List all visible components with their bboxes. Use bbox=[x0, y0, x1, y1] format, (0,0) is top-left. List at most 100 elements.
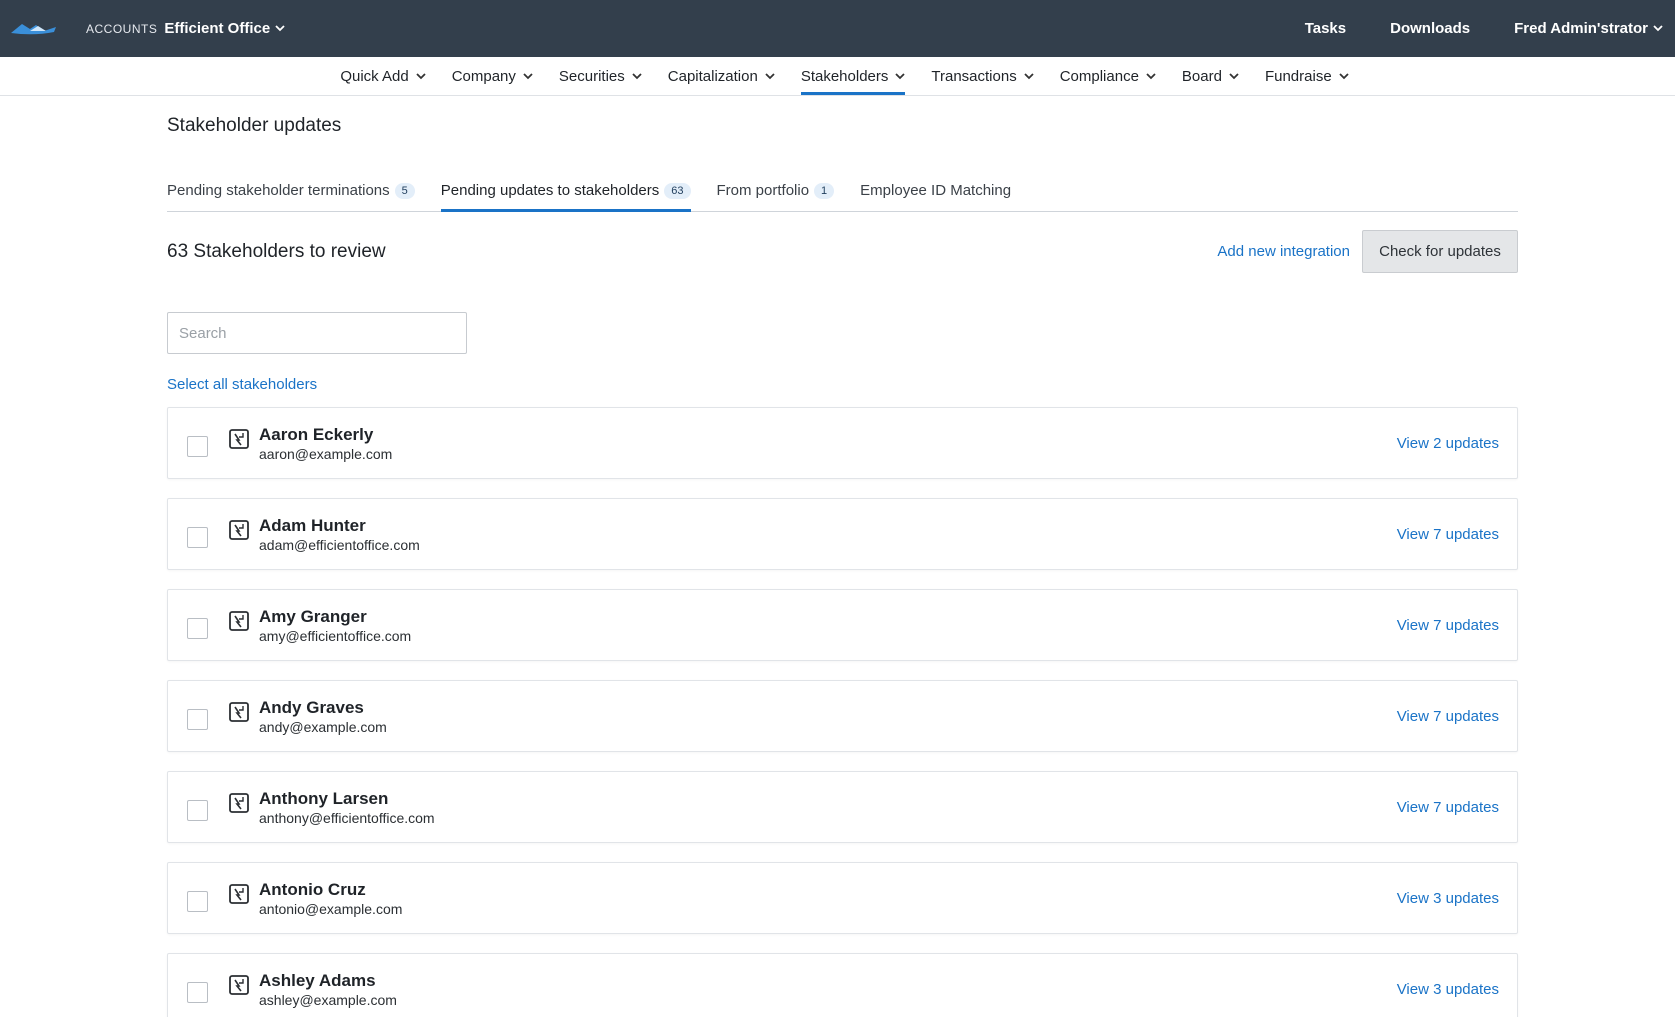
nav-item-label: Fundraise bbox=[1264, 67, 1332, 85]
stakeholder-email: ashley@example.com bbox=[259, 991, 397, 1008]
document-sync-icon bbox=[229, 793, 249, 813]
nav-item-compliance[interactable]: Compliance bbox=[1060, 57, 1156, 95]
stakeholder-checkbox[interactable] bbox=[187, 435, 208, 457]
nav-item-label: Quick Add bbox=[340, 67, 409, 85]
stakeholder-row: Ashley Adams ashley@example.com View 3 upd… bbox=[167, 953, 1518, 1017]
company-switcher[interactable]: Efficient Office bbox=[164, 20, 285, 37]
user-menu[interactable]: Fred Admin'strator bbox=[1514, 20, 1663, 37]
chevron-down-icon bbox=[1653, 25, 1663, 32]
document-sync-icon bbox=[229, 975, 249, 995]
stakeholder-name: Andy Graves bbox=[259, 697, 364, 717]
stakeholder-checkbox[interactable] bbox=[187, 708, 208, 730]
stakeholder-row: Adam Hunter adam@efficientoffice.com View … bbox=[167, 498, 1518, 570]
nav-item-label: Capitalization bbox=[667, 67, 758, 85]
stakeholder-row: Andy Graves andy@example.com View 7 update… bbox=[167, 680, 1518, 752]
nav-item-label: Stakeholders bbox=[800, 67, 889, 85]
nav-item-capitalization[interactable]: Capitalization bbox=[668, 57, 775, 95]
select-all-link[interactable]: Select all stakeholders bbox=[167, 376, 1518, 396]
stakeholder-checkbox[interactable] bbox=[187, 526, 208, 548]
accounts-label: ACCOUNTS bbox=[86, 21, 158, 36]
stakeholder-checkbox[interactable] bbox=[187, 799, 208, 821]
view-updates-link[interactable]: View 7 updates bbox=[1397, 526, 1499, 543]
count-badge: 5 bbox=[394, 182, 415, 199]
tab-label: Pending updates to stakeholders bbox=[440, 182, 660, 199]
stakeholder-name: Anthony Larsen bbox=[259, 788, 389, 808]
tab-label: From portfolio bbox=[716, 182, 810, 199]
document-sync-icon bbox=[229, 702, 249, 722]
stakeholder-email: amy@efficientoffice.com bbox=[259, 627, 412, 644]
main-nav: Quick Add Company Securities Capitalization… bbox=[0, 57, 1675, 96]
view-updates-link[interactable]: View 7 updates bbox=[1397, 799, 1499, 816]
company-name: Efficient Office bbox=[164, 20, 271, 37]
document-sync-icon bbox=[229, 611, 249, 631]
nav-item-label: Transactions bbox=[931, 67, 1017, 85]
view-updates-link[interactable]: View 7 updates bbox=[1397, 617, 1499, 634]
document-sync-icon bbox=[229, 520, 249, 540]
search-input[interactable] bbox=[167, 312, 467, 354]
downloads-link[interactable]: Downloads bbox=[1390, 20, 1470, 37]
chevron-down-icon bbox=[1339, 72, 1349, 79]
stakeholder-email: adam@efficientoffice.com bbox=[259, 536, 420, 553]
count-badge: 63 bbox=[664, 182, 691, 199]
stakeholder-name: Ashley Adams bbox=[259, 970, 376, 990]
stakeholder-name: Adam Hunter bbox=[259, 515, 366, 535]
chevron-down-icon bbox=[416, 72, 426, 79]
tab-label: Pending stakeholder terminations bbox=[167, 182, 390, 199]
tab-from-portfolio[interactable]: From portfolio 1 bbox=[717, 173, 835, 211]
view-updates-link[interactable]: View 3 updates bbox=[1397, 981, 1499, 998]
chevron-down-icon bbox=[1146, 72, 1156, 79]
stakeholder-name: Aaron Eckerly bbox=[259, 424, 374, 444]
nav-item-quick-add[interactable]: Quick Add bbox=[340, 57, 426, 95]
tasks-link[interactable]: Tasks bbox=[1305, 20, 1346, 37]
stakeholder-list: Aaron Eckerly aaron@example.com View 2 upd… bbox=[167, 407, 1518, 1017]
document-sync-icon bbox=[229, 429, 249, 449]
chevron-down-icon bbox=[632, 72, 642, 79]
nav-item-board[interactable]: Board bbox=[1182, 57, 1239, 95]
stakeholder-checkbox[interactable] bbox=[187, 890, 208, 912]
check-for-updates-button[interactable]: Check for updates bbox=[1362, 230, 1518, 273]
stakeholder-email: antonio@example.com bbox=[259, 900, 403, 917]
stakeholder-row: Antonio Cruz antonio@example.com View 3 up… bbox=[167, 862, 1518, 934]
stakeholder-checkbox[interactable] bbox=[187, 981, 208, 1003]
nav-item-label: Compliance bbox=[1059, 67, 1139, 85]
nav-item-company[interactable]: Company bbox=[452, 57, 533, 95]
nav-item-label: Company bbox=[451, 67, 516, 85]
nav-item-securities[interactable]: Securities bbox=[559, 57, 642, 95]
stakeholder-row: Amy Granger amy@efficientoffice.com View 7… bbox=[167, 589, 1518, 661]
stakeholder-row: Aaron Eckerly aaron@example.com View 2 upd… bbox=[167, 407, 1518, 479]
stakeholder-name: Amy Granger bbox=[259, 606, 367, 626]
add-integration-link[interactable]: Add new integration bbox=[1217, 243, 1350, 260]
nav-item-fundraise[interactable]: Fundraise bbox=[1265, 57, 1349, 95]
tab-pending-stakeholder-terminations[interactable]: Pending stakeholder terminations 5 bbox=[167, 173, 415, 211]
chevron-down-icon bbox=[1024, 72, 1034, 79]
user-name: Fred Admin'strator bbox=[1514, 20, 1648, 37]
tab-employee-id-matching[interactable]: Employee ID Matching bbox=[860, 173, 1011, 211]
chevron-down-icon bbox=[765, 72, 775, 79]
tab-label: Employee ID Matching bbox=[860, 182, 1012, 199]
nav-item-stakeholders[interactable]: Stakeholders bbox=[800, 57, 906, 95]
stakeholder-email: andy@example.com bbox=[259, 718, 387, 735]
view-updates-link[interactable]: View 3 updates bbox=[1397, 890, 1499, 907]
stakeholder-name: Antonio Cruz bbox=[259, 879, 366, 899]
stakeholder-checkbox[interactable] bbox=[187, 617, 208, 639]
tab-bar: Pending stakeholder terminations 5 Pending… bbox=[167, 173, 1518, 212]
top-bar: ACCOUNTS Efficient Office Tasks Download… bbox=[0, 0, 1675, 57]
stakeholder-row: Anthony Larsen anthony@efficientoffice.co… bbox=[167, 771, 1518, 843]
page-title: Stakeholder updates bbox=[167, 115, 342, 136]
nav-item-label: Securities bbox=[558, 67, 625, 85]
chevron-down-icon bbox=[895, 72, 906, 79]
count-badge: 1 bbox=[814, 182, 835, 199]
stakeholder-email: anthony@efficientoffice.com bbox=[259, 809, 435, 826]
stakeholder-email: aaron@example.com bbox=[259, 445, 393, 462]
nav-item-transactions[interactable]: Transactions bbox=[931, 57, 1034, 95]
chevron-down-icon bbox=[1229, 72, 1239, 79]
nav-item-label: Board bbox=[1181, 67, 1222, 85]
view-updates-link[interactable]: View 2 updates bbox=[1397, 435, 1499, 452]
chevron-down-icon bbox=[523, 72, 533, 79]
chevron-down-icon bbox=[275, 25, 285, 32]
document-sync-icon bbox=[229, 884, 249, 904]
view-updates-link[interactable]: View 7 updates bbox=[1397, 708, 1499, 725]
logo-icon[interactable] bbox=[10, 19, 58, 39]
tab-pending-updates-to-stakeholders[interactable]: Pending updates to stakeholders 63 bbox=[440, 173, 691, 212]
main-content: Stakeholder updates Pending stakeholder … bbox=[167, 115, 1518, 1017]
